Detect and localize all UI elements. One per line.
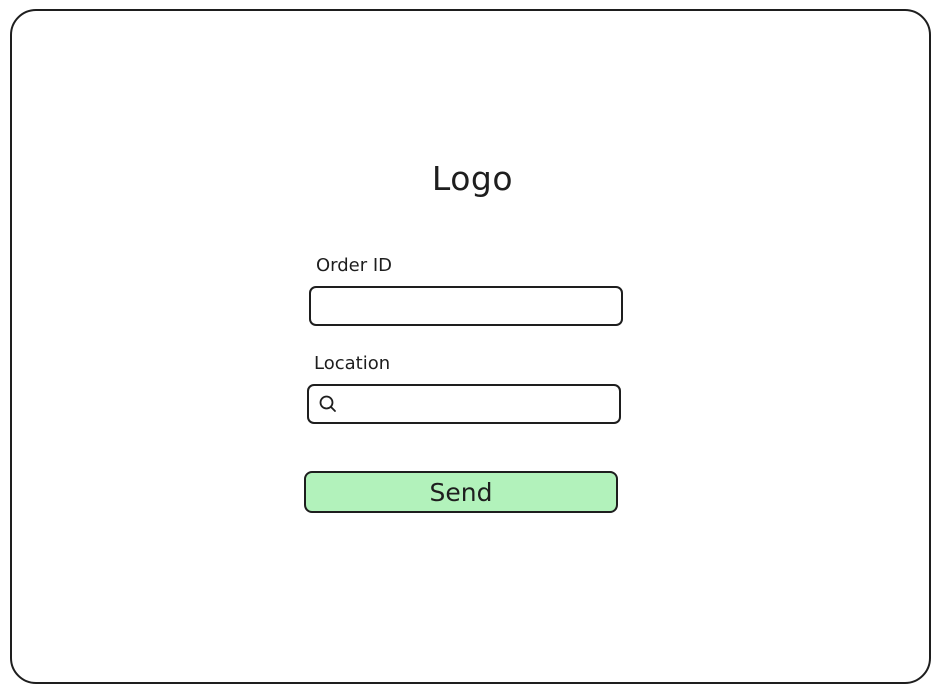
location-label: Location <box>314 353 391 374</box>
order-id-label: Order ID <box>316 255 393 276</box>
order-id-field[interactable] <box>309 286 623 326</box>
location-field[interactable] <box>307 384 621 424</box>
logo: Logo <box>431 159 514 198</box>
screen-frame: Logo Order ID Location Send <box>10 9 931 684</box>
send-button[interactable]: Send <box>304 471 618 513</box>
location-input[interactable] <box>338 386 619 422</box>
search-icon <box>318 394 338 414</box>
order-id-input[interactable] <box>311 288 621 324</box>
